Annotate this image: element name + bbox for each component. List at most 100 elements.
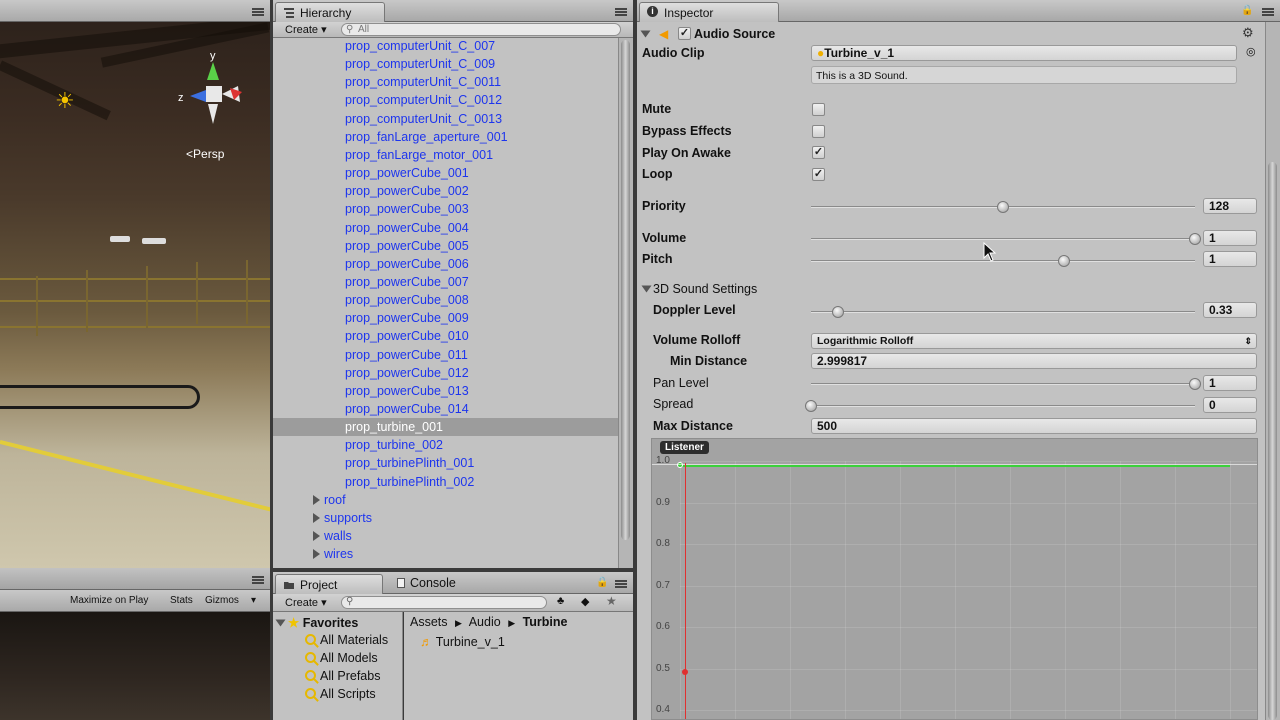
mute-checkbox[interactable]	[812, 103, 825, 116]
hierarchy-item[interactable]: prop_powerCube_002	[273, 182, 618, 200]
expand-triangle-icon[interactable]	[313, 512, 320, 523]
volume-curve-key[interactable]	[677, 462, 683, 468]
hierarchy-item[interactable]: prop_powerCube_007	[273, 273, 618, 291]
asset-item[interactable]: ♬ Turbine_v_1	[420, 635, 505, 649]
hierarchy-folder-item[interactable]: wires	[273, 545, 618, 563]
volume-slider-knob[interactable]	[1189, 233, 1201, 245]
loop-checkbox[interactable]: ✓	[812, 168, 825, 181]
hierarchy-item[interactable]: prop_fanLarge_aperture_001	[273, 128, 618, 146]
expand-triangle-icon[interactable]	[275, 619, 286, 627]
hierarchy-item[interactable]: prop_computerUnit_C_0013	[273, 110, 618, 128]
lock-icon[interactable]: 🔒	[1241, 5, 1253, 16]
pan-slider-knob[interactable]	[1189, 378, 1201, 390]
expand-triangle-icon[interactable]	[313, 531, 320, 542]
favorite-all-prefabs[interactable]: All Prefabs	[305, 669, 380, 683]
hierarchy-item[interactable]: prop_powerCube_008	[273, 291, 618, 309]
hierarchy-item[interactable]: prop_computerUnit_C_0012	[273, 91, 618, 109]
audio-clip-field[interactable]: ●Turbine_v_1	[811, 45, 1237, 61]
project-search-input[interactable]: ⚲	[341, 596, 547, 609]
pitch-field[interactable]: 1	[1203, 251, 1257, 267]
spread-field[interactable]: 0	[1203, 397, 1257, 413]
favorites-header[interactable]: ★ Favorites	[275, 615, 358, 630]
scene-view[interactable]: ☀ y z <Persp	[0, 0, 270, 568]
breadcrumb-turbine[interactable]: Turbine	[523, 615, 568, 629]
lock-icon[interactable]: 🔒	[596, 577, 608, 588]
expand-triangle-icon[interactable]	[313, 549, 320, 560]
hierarchy-item[interactable]: prop_computerUnit_C_009	[273, 55, 618, 73]
bypass-effects-checkbox[interactable]	[812, 125, 825, 138]
pan-curve-key[interactable]	[682, 669, 688, 675]
hierarchy-create-button[interactable]: Create ▾	[285, 23, 327, 36]
breadcrumb-assets[interactable]: Assets	[410, 615, 448, 629]
play-on-awake-checkbox[interactable]: ✓	[812, 146, 825, 159]
hierarchy-scroll-thumb[interactable]	[621, 40, 630, 540]
doppler-slider-track[interactable]	[811, 311, 1195, 313]
hierarchy-item[interactable]: prop_powerCube_001	[273, 164, 618, 182]
component-foldout-icon[interactable]	[640, 30, 651, 38]
persp-label[interactable]: <Persp	[186, 147, 224, 161]
filter-by-type-icon[interactable]: ♣	[557, 595, 564, 607]
hierarchy-item[interactable]: prop_powerCube_011	[273, 346, 618, 364]
hierarchy-item[interactable]: prop_powerCube_013	[273, 382, 618, 400]
hierarchy-item[interactable]: prop_powerCube_005	[273, 237, 618, 255]
hierarchy-item[interactable]: prop_turbinePlinth_002	[273, 473, 618, 491]
hierarchy-item[interactable]: prop_powerCube_010	[273, 327, 618, 345]
hierarchy-folder-item[interactable]: roof	[273, 491, 618, 509]
spread-slider-track[interactable]	[811, 405, 1195, 407]
object-picker-icon[interactable]: ◎	[1246, 45, 1256, 58]
panel-menu-icon[interactable]	[252, 576, 264, 584]
favorite-all-materials[interactable]: All Materials	[305, 633, 388, 647]
hierarchy-item[interactable]: prop_powerCube_009	[273, 309, 618, 327]
panel-menu-icon[interactable]	[615, 8, 627, 16]
volume-rolloff-dropdown[interactable]: Logarithmic Rolloff ⇕	[811, 333, 1257, 349]
hierarchy-item[interactable]: prop_powerCube_014	[273, 400, 618, 418]
hierarchy-item[interactable]: prop_powerCube_006	[273, 255, 618, 273]
volume-slider-track[interactable]	[811, 238, 1195, 240]
favorite-all-models[interactable]: All Models	[305, 651, 378, 665]
pitch-slider-track[interactable]	[811, 260, 1195, 262]
priority-field[interactable]: 128	[1203, 198, 1257, 214]
hierarchy-folder-item[interactable]: walls	[273, 527, 618, 545]
gizmos-dropdown-icon[interactable]: ▾	[251, 595, 256, 606]
max-distance-field[interactable]: 500	[811, 418, 1257, 434]
hierarchy-search-input[interactable]: ⚲ All	[341, 23, 621, 36]
expand-triangle-icon[interactable]	[313, 494, 320, 505]
hierarchy-item[interactable]: prop_powerCube_004	[273, 219, 618, 237]
orientation-gizmo[interactable]: y z	[178, 48, 248, 132]
doppler-field[interactable]: 0.33	[1203, 302, 1257, 318]
gear-icon[interactable]: ⚙	[1242, 25, 1254, 41]
pitch-slider-knob[interactable]	[1058, 255, 1071, 267]
maximize-on-play-button[interactable]: Maximize on Play	[70, 595, 148, 606]
tab-console[interactable]: Console	[397, 576, 456, 590]
breadcrumb-audio[interactable]: Audio	[469, 615, 501, 629]
priority-slider-knob[interactable]	[997, 201, 1009, 213]
tab-project[interactable]: Project	[275, 574, 383, 594]
pan-field[interactable]: 1	[1203, 375, 1257, 391]
hierarchy-item[interactable]: prop_powerCube_003	[273, 200, 618, 218]
sound3d-foldout-icon[interactable]	[641, 285, 652, 293]
hierarchy-item[interactable]: prop_powerCube_012	[273, 364, 618, 382]
pan-slider-track[interactable]	[811, 383, 1195, 385]
hierarchy-item[interactable]: prop_turbine_001	[273, 418, 618, 437]
hierarchy-item[interactable]: prop_fanLarge_motor_001	[273, 146, 618, 164]
panel-menu-icon[interactable]	[1262, 8, 1274, 16]
hierarchy-item[interactable]: prop_turbinePlinth_001	[273, 454, 618, 472]
favorite-star-icon[interactable]: ★	[606, 594, 617, 608]
tab-hierarchy[interactable]: Hierarchy	[275, 2, 385, 22]
min-distance-field[interactable]: 2.999817	[811, 353, 1257, 369]
favorite-all-scripts[interactable]: All Scripts	[305, 687, 376, 701]
panel-menu-icon[interactable]	[615, 580, 627, 588]
sound3d-settings-label[interactable]: 3D Sound Settings	[653, 282, 757, 296]
volume-field[interactable]: 1	[1203, 230, 1257, 246]
game-view[interactable]	[0, 612, 270, 720]
stats-button[interactable]: Stats	[170, 595, 193, 606]
component-enabled-checkbox[interactable]: ✓	[678, 27, 691, 40]
spread-slider-knob[interactable]	[805, 400, 817, 412]
filter-by-label-icon[interactable]: ◆	[581, 595, 589, 608]
gizmos-button[interactable]: Gizmos	[205, 595, 239, 606]
doppler-slider-knob[interactable]	[831, 306, 844, 318]
project-create-button[interactable]: Create ▾	[285, 596, 327, 609]
rolloff-graph[interactable]: Listener 1.0 0.9 0.8 0.7 0.6 0.5 0.4	[651, 438, 1258, 720]
panel-menu-icon[interactable]	[252, 8, 264, 16]
hierarchy-item[interactable]: prop_turbine_002	[273, 436, 618, 454]
